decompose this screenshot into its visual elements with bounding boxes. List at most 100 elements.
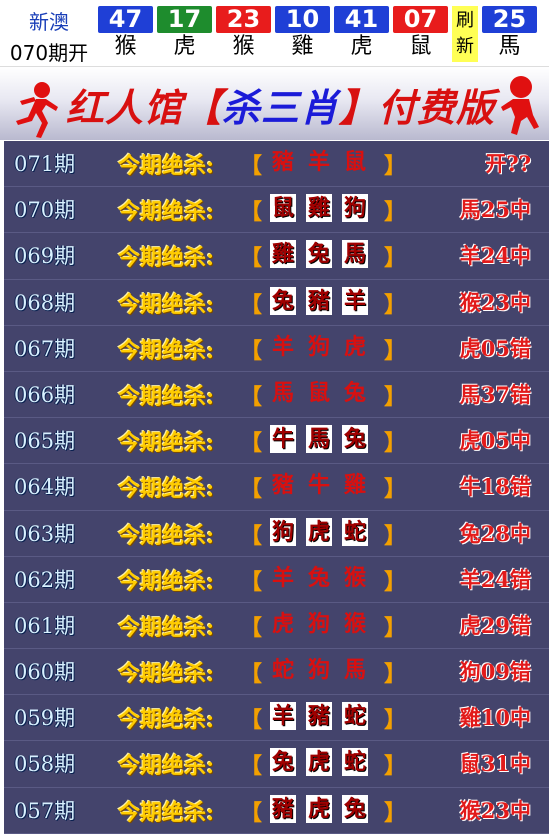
zodiac-group: 狗虎蛇: [270, 517, 368, 546]
refresh-button[interactable]: 刷 新: [452, 6, 478, 62]
ball-3: 23 猴: [216, 6, 271, 62]
table-row: 062期 今期绝杀: 【羊兔猴】 羊24错: [4, 557, 549, 603]
zodiac-group: 羊兔猴: [270, 564, 368, 592]
bracket-close: 】: [384, 246, 407, 272]
kill-label: 今期绝杀:: [118, 245, 215, 272]
ball-5: 41 虎: [334, 6, 389, 62]
bracket-open: 【: [240, 200, 263, 226]
period-cell: 071期: [14, 152, 76, 176]
ball-number: 17: [157, 6, 212, 33]
result-cell: 猴23中: [459, 289, 531, 315]
zodiac-cell: 虎: [306, 794, 332, 823]
zodiac-cell: 狗: [270, 517, 296, 546]
ball-number: 10: [275, 6, 330, 33]
ball-zodiac: 猴: [114, 34, 137, 59]
result-cell: 虎05中: [459, 428, 531, 454]
kill-label: 今期绝杀:: [118, 614, 215, 641]
result-cell: 羊24中: [459, 243, 531, 269]
zodiac-cell: 羊: [271, 333, 294, 360]
ball-zodiac: 雞: [291, 34, 314, 59]
bracket-open: 【: [240, 431, 263, 457]
result-cell: 兔28中: [459, 520, 531, 546]
period-cell: 059期: [14, 706, 76, 731]
table-row: 061期 今期绝杀: 【虎狗猴】 虎29错: [4, 603, 549, 650]
ball-1: 47 猴: [98, 6, 153, 62]
zodiac-cell: 兔: [270, 748, 296, 777]
zodiac-cell: 鼠: [270, 194, 296, 223]
ball-number: 25: [482, 6, 537, 33]
bracket-open: 【: [240, 754, 263, 780]
bracket-close: 】: [384, 708, 407, 734]
table-row: 066期 今期绝杀: 【馬鼠兔】 馬37错: [4, 372, 549, 419]
bracket-open: 【: [240, 800, 263, 826]
kill-label: 今期绝杀:: [118, 291, 215, 318]
zodiac-group: 豬牛雞: [270, 471, 368, 499]
bracket-close: 】: [384, 384, 407, 410]
kill-label: 今期绝杀:: [118, 383, 215, 410]
zodiac-cell: 蛇: [271, 657, 294, 684]
result-cell: 雞10中: [459, 705, 531, 731]
bracket-open: 【: [240, 246, 263, 272]
kill-label: 今期绝杀:: [118, 337, 215, 364]
zodiac-group: 牛馬兔: [270, 425, 368, 454]
bracket-open: 【: [240, 338, 263, 364]
bracket-close: 】: [384, 292, 407, 318]
ball-2: 17 虎: [157, 6, 212, 62]
table-row: 059期 今期绝杀: 【羊豬蛇】 雞10中: [4, 695, 549, 742]
zodiac-cell: 雞: [343, 472, 366, 499]
result-cell: 馬25中: [459, 197, 531, 223]
bracket-close: 】: [384, 800, 407, 826]
period-cell: 069期: [14, 244, 76, 269]
bracket-close: 】: [384, 431, 407, 457]
result-cell: 羊24错: [459, 566, 531, 592]
zodiac-cell: 馬: [271, 379, 294, 406]
zodiac-group: 羊豬蛇: [270, 702, 368, 731]
draw-info: 新澳 070期开: [0, 0, 98, 66]
zodiac-group: 豬虎兔: [270, 794, 368, 823]
period-cell: 063期: [14, 521, 76, 546]
result-cell: 狗09错: [459, 659, 531, 685]
bracket-open: 【: [240, 477, 263, 503]
zodiac-cell: 猴: [343, 610, 366, 637]
zodiac-cell: 虎: [306, 517, 332, 546]
zodiac-group: 鼠雞狗: [270, 194, 368, 223]
zodiac-cell: 羊: [270, 702, 296, 731]
zodiac-cell: 羊: [271, 564, 294, 591]
bracket-open: 【: [240, 292, 263, 318]
period-cell: 062期: [14, 567, 76, 592]
zodiac-cell: 牛: [307, 472, 330, 499]
zodiac-cell: 狗: [307, 333, 330, 360]
bracket-open: 【: [240, 384, 263, 410]
title-bracket-open: 【: [183, 85, 223, 130]
table-row: 069期 今期绝杀: 【雞兔馬】 羊24中: [4, 233, 549, 280]
table-row: 060期 今期绝杀: 【蛇狗馬】 狗09错: [4, 649, 549, 696]
kill-label: 今期绝杀:: [118, 799, 215, 826]
bracket-close: 】: [384, 615, 407, 641]
ball-number: 47: [98, 6, 153, 33]
table-row: 070期 今期绝杀: 【鼠雞狗】 馬25中: [4, 187, 549, 234]
zodiac-cell: 雞: [270, 240, 296, 269]
result-cell: 虎05错: [459, 335, 531, 361]
bracket-close: 】: [384, 662, 407, 688]
zodiac-group: 虎狗猴: [270, 610, 368, 638]
zodiac-cell: 鼠: [343, 149, 366, 175]
zodiac-cell: 馬: [342, 240, 368, 269]
ball-list: 47 猴 17 虎 23 猴 10 雞 41 虎 07 鼠 刷 新 25 馬: [98, 6, 543, 62]
result-cell: 开??: [485, 151, 531, 176]
bracket-close: 】: [384, 754, 407, 780]
bracket-open: 【: [240, 569, 263, 595]
period-cell: 065期: [14, 429, 76, 454]
kill-label: 今期绝杀:: [118, 568, 215, 595]
zodiac-cell: 虎: [271, 610, 294, 637]
table-row: 064期 今期绝杀: 【豬牛雞】 牛18错: [4, 464, 549, 511]
kill-label: 今期绝杀:: [118, 153, 215, 179]
zodiac-cell: 豬: [306, 702, 332, 731]
title-keyword: 杀三肖: [222, 85, 340, 130]
zodiac-cell: 兔: [270, 286, 296, 315]
draw-period-label: 070期开: [9, 41, 89, 65]
zodiac-cell: 豬: [270, 794, 296, 823]
kill-label: 今期绝杀:: [118, 476, 215, 503]
zodiac-group: 蛇狗馬: [270, 656, 368, 684]
table-row: 068期 今期绝杀: 【兔豬羊】 猴23中: [4, 280, 549, 326]
kill-three-zodiac-table: 071期 今期绝杀: 【豬羊鼠】开?? 070期 今期绝杀: 【鼠雞狗】馬25中 069期今…: [4, 141, 549, 834]
